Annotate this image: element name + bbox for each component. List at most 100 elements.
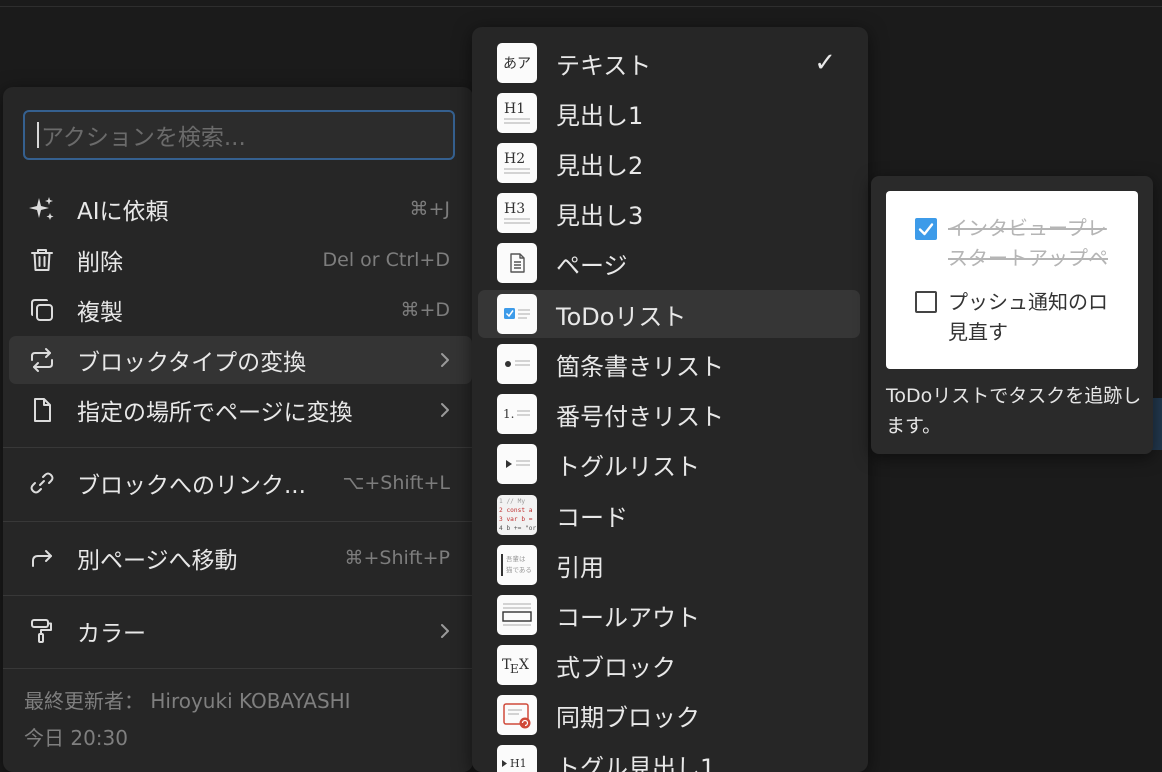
quote-thumb-icon: 吾輩は 猫である: [497, 545, 537, 585]
top-divider: [0, 6, 1162, 7]
block-type-equation[interactable]: T E X 式ブロック: [478, 641, 860, 689]
block-type-callout[interactable]: コールアウト: [478, 591, 860, 639]
item-label: 指定の場所でページに変換: [77, 400, 353, 426]
block-type-label: トグルリスト: [556, 452, 700, 481]
menu-divider: [3, 447, 473, 448]
code-thumb-icon: 1 // My 2 const a 3 var b = 4 b += "or: [497, 495, 537, 535]
turn-into-item[interactable]: ブロックタイプの変換: [9, 336, 472, 384]
trash-icon: [27, 245, 57, 275]
block-type-label: コールアウト: [556, 603, 700, 632]
text-caret: [37, 122, 39, 148]
preview-todo-line-2: 見直す: [948, 320, 1008, 344]
bullet-list-thumb-icon: [497, 344, 537, 384]
block-type-numbered-list[interactable]: 1. 番号付きリスト: [478, 390, 860, 438]
menu-divider: [3, 521, 473, 522]
svg-text:1.: 1.: [503, 407, 514, 421]
menu-divider: [3, 595, 473, 596]
svg-text:吾輩は: 吾輩は: [506, 554, 526, 563]
block-type-label: テキスト: [556, 51, 652, 80]
equation-thumb-icon: T E X: [497, 645, 537, 685]
svg-text:H3: H3: [504, 201, 525, 217]
svg-text:2 const a: 2 const a: [499, 507, 533, 514]
chevron-right-icon: [441, 403, 449, 417]
convert-icon: [27, 345, 57, 375]
item-label: 別ページへ移動: [77, 548, 238, 574]
last-edited-time: 今日 20:30: [24, 726, 128, 750]
ai-ask-item[interactable]: AIに依頼 ⌘+J: [9, 185, 472, 233]
move-to-item[interactable]: 別ページへ移動 ⌘+Shift+P: [9, 534, 472, 582]
check-icon: ✓: [814, 48, 836, 78]
block-type-code[interactable]: 1 // My 2 const a 3 var b = 4 b += "or コ…: [478, 491, 860, 539]
block-type-toggle-heading1[interactable]: H1 トグル見出し1: [478, 741, 860, 772]
synced-block-thumb-icon: [497, 695, 537, 735]
block-type-label: 引用: [556, 553, 604, 582]
page-thumb-icon: [497, 243, 537, 283]
shortcut-text: ⌥+Shift+L: [342, 472, 450, 494]
unchecked-checkbox-icon: [915, 291, 937, 313]
duplicate-item[interactable]: 複製 ⌘+D: [9, 286, 472, 334]
block-type-todo[interactable]: ToDoリスト: [478, 290, 860, 338]
svg-text:H1: H1: [510, 757, 527, 770]
item-label: 削除: [77, 250, 123, 276]
shortcut-text: ⌘+J: [409, 198, 450, 220]
block-type-label: 同期ブロック: [556, 703, 700, 732]
block-type-synced-block[interactable]: 同期ブロック: [478, 691, 860, 739]
search-placeholder: アクションを検索...: [41, 125, 246, 151]
block-type-label: コード: [556, 503, 628, 532]
block-type-label: 番号付きリスト: [556, 402, 724, 431]
block-type-page[interactable]: ページ: [478, 239, 860, 287]
block-type-label: トグル見出し1: [556, 753, 716, 772]
item-label: ブロックへのリンク...: [77, 473, 306, 499]
block-type-label: 見出し3: [556, 201, 644, 230]
block-type-menu: あア テキスト ✓ H1 見出し1 H2 見出し2 H3 見出し3 ページ To…: [472, 27, 868, 772]
preview-card: インタビュープレ スタートアップペ プッシュ通知のロ 見直す: [886, 191, 1138, 369]
block-type-label: 式ブロック: [556, 653, 676, 682]
duplicate-icon: [27, 295, 57, 325]
block-type-label: 見出し2: [556, 151, 644, 180]
heading2-thumb-icon: H2: [497, 143, 537, 183]
shortcut-text: Del or Ctrl+D: [322, 249, 450, 271]
chevron-right-icon: [441, 353, 449, 367]
svg-text:H2: H2: [504, 151, 525, 167]
delete-item[interactable]: 削除 Del or Ctrl+D: [9, 236, 472, 284]
block-type-heading1[interactable]: H1 見出し1: [478, 89, 860, 137]
sparkle-icon: [27, 194, 57, 224]
svg-text:3 var b =: 3 var b =: [499, 516, 533, 523]
heading1-thumb-icon: H1: [497, 93, 537, 133]
block-type-heading2[interactable]: H2 見出し2: [478, 139, 860, 187]
preview-todo-line-1: プッシュ通知のロ: [948, 290, 1108, 314]
block-type-text[interactable]: あア テキスト ✓: [478, 39, 860, 87]
color-item[interactable]: カラー: [9, 607, 472, 655]
last-edited-by: 最終更新者： Hiroyuki KOBAYASHI: [24, 689, 351, 713]
svg-text:H1: H1: [504, 101, 525, 117]
block-type-toggle-list[interactable]: トグルリスト: [478, 440, 860, 488]
svg-text:4 b += "or: 4 b += "or: [499, 525, 537, 532]
shortcut-text: ⌘+D: [400, 299, 450, 321]
svg-text:X: X: [519, 657, 529, 673]
text-thumb-icon: あア: [497, 43, 537, 83]
block-type-label: ページ: [556, 251, 628, 280]
block-type-label: 箇条書きリスト: [556, 352, 724, 381]
toggle-heading1-thumb-icon: H1: [497, 745, 537, 772]
svg-text:1 // My: 1 // My: [499, 498, 525, 505]
block-type-quote[interactable]: 吾輩は 猫である 引用: [478, 541, 860, 589]
link-icon: [27, 468, 57, 498]
checked-checkbox-icon: [915, 218, 937, 240]
todo-thumb-icon: [497, 294, 537, 334]
toggle-list-thumb-icon: [497, 444, 537, 484]
block-action-menu: アクションを検索... AIに依頼 ⌘+J 削除 Del or Ctrl+D 複…: [3, 87, 473, 772]
block-type-heading3[interactable]: H3 見出し3: [478, 189, 860, 237]
preview-done-line-2: スタートアップペ: [948, 246, 1108, 270]
block-type-label: ToDoリスト: [556, 302, 687, 331]
copy-link-item[interactable]: ブロックへのリンク... ⌥+Shift+L: [9, 459, 472, 507]
shortcut-text: ⌘+Shift+P: [344, 547, 450, 569]
block-type-bulleted-list[interactable]: 箇条書きリスト: [478, 340, 860, 388]
heading3-thumb-icon: H3: [497, 193, 537, 233]
item-label: AIに依頼: [77, 199, 169, 225]
item-label: 複製: [77, 300, 123, 326]
turn-into-page-item[interactable]: 指定の場所でページに変換: [9, 386, 472, 434]
callout-thumb-icon: [497, 595, 537, 635]
action-search-input[interactable]: アクションを検索...: [23, 110, 455, 160]
block-type-label: 見出し1: [556, 101, 644, 130]
chevron-right-icon: [441, 624, 449, 638]
